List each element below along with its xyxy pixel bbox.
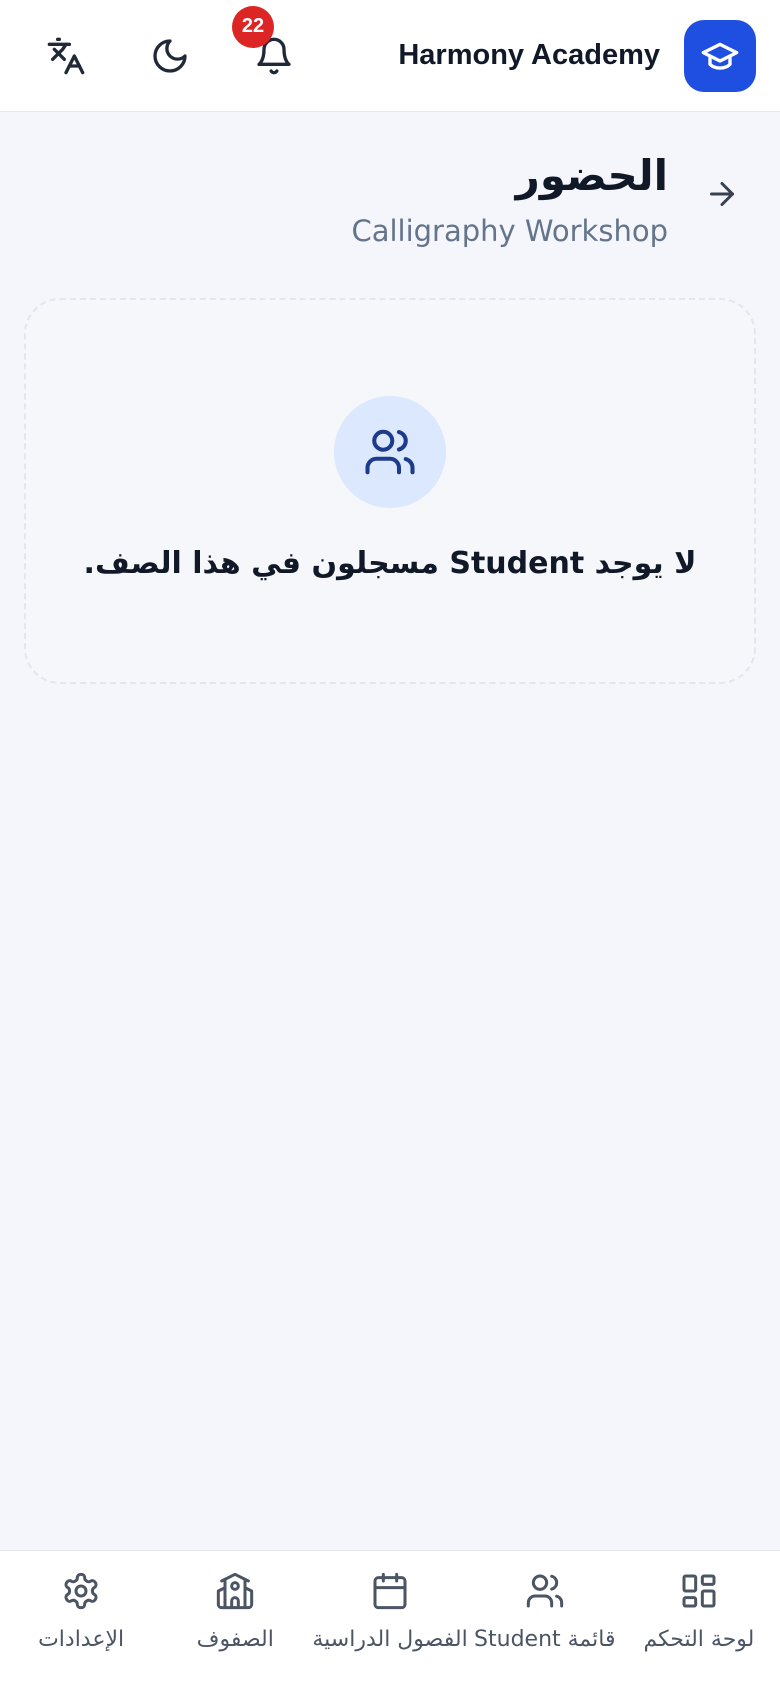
empty-state-icon-wrap xyxy=(334,396,446,508)
graduation-cap-icon xyxy=(684,19,756,92)
page-heading: الحضور Calligraphy Workshop xyxy=(351,148,668,248)
empty-state-card: لا يوجد Student مسجلون في هذا الصف. xyxy=(24,298,756,684)
bottom-navigation: لوحة التحكم قائمة Student الفصول الدراسي… xyxy=(0,1550,780,1688)
notifications-button[interactable]: 22 xyxy=(232,5,300,82)
header-actions: 22 xyxy=(40,5,300,82)
translate-icon xyxy=(47,37,85,74)
nav-label: الفصول الدراسية xyxy=(312,1627,468,1652)
page-title: الحضور xyxy=(515,151,668,200)
app-root: Harmony Academy 22 الحضور Calligraphy Wo… xyxy=(0,0,780,1688)
building-icon xyxy=(213,1569,257,1613)
nav-label: الإعدادات xyxy=(38,1627,125,1652)
nav-label: قائمة Student xyxy=(474,1627,616,1652)
users-icon xyxy=(523,1569,567,1613)
theme-toggle-button[interactable] xyxy=(144,30,196,82)
gear-icon xyxy=(59,1569,103,1613)
brand[interactable]: Harmony Academy xyxy=(398,19,756,92)
nav-item-semesters[interactable]: الفصول الدراسية xyxy=(312,1551,468,1688)
back-button[interactable] xyxy=(698,170,746,218)
empty-state-message: لا يوجد Student مسجلون في هذا الصف. xyxy=(83,546,697,581)
arrow-right-icon xyxy=(710,182,734,206)
top-header: Harmony Academy 22 xyxy=(0,0,780,112)
dashboard-icon xyxy=(677,1569,721,1613)
page-subtitle: Calligraphy Workshop xyxy=(351,214,668,248)
nav-label: الصفوف xyxy=(196,1627,274,1652)
nav-item-classes[interactable]: الصفوف xyxy=(158,1551,312,1688)
app-name: Harmony Academy xyxy=(398,39,660,71)
nav-item-settings[interactable]: الإعدادات xyxy=(4,1551,158,1688)
nav-item-dashboard[interactable]: لوحة التحكم xyxy=(622,1551,776,1688)
language-button[interactable] xyxy=(40,30,92,82)
notification-badge: 22 xyxy=(232,5,274,48)
nav-label: لوحة التحكم xyxy=(643,1627,755,1652)
calendar-icon xyxy=(368,1569,412,1613)
moon-icon xyxy=(153,38,187,73)
users-icon xyxy=(365,429,415,475)
nav-item-students[interactable]: قائمة Student xyxy=(468,1551,622,1688)
